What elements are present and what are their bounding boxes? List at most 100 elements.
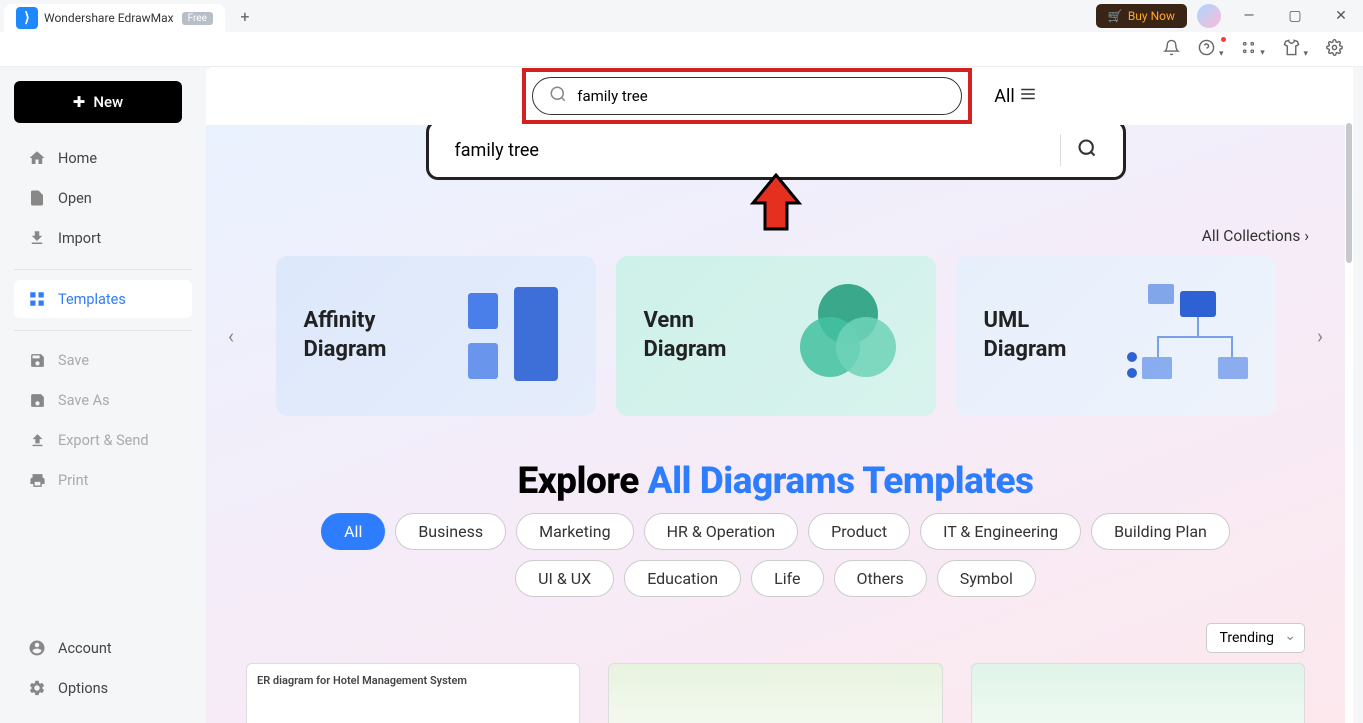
category-life[interactable]: Life	[751, 560, 823, 597]
sidebar-item-export[interactable]: Export & Send	[14, 421, 192, 459]
search-highlight-annotation	[522, 68, 972, 124]
category-row: All Business Marketing HR & Operation Pr…	[206, 513, 1345, 597]
avatar[interactable]	[1197, 4, 1221, 28]
template-thumb[interactable]	[971, 663, 1305, 723]
print-icon	[28, 471, 46, 489]
help-icon[interactable]: ▾	[1198, 39, 1223, 60]
sidebar-item-import[interactable]: Import	[14, 219, 192, 257]
search-input[interactable]	[577, 87, 945, 105]
sidebar-item-save-as[interactable]: Save As	[14, 381, 192, 419]
thumb-title: ER diagram for Hotel Management System	[257, 674, 569, 687]
sidebar-item-label: Options	[58, 680, 108, 697]
explore-heading: Explore All Diagrams Templates	[206, 460, 1345, 503]
sidebar-item-print[interactable]: Print	[14, 461, 192, 499]
category-others[interactable]: Others	[834, 560, 927, 597]
file-icon	[28, 189, 46, 207]
carousel-prev-button[interactable]: ‹	[206, 324, 256, 348]
uml-graphic-icon	[1118, 279, 1248, 393]
buy-label: Buy Now	[1128, 9, 1175, 23]
sidebar-item-label: Open	[58, 190, 92, 207]
sidebar-item-open[interactable]: Open	[14, 179, 192, 217]
sidebar-item-account[interactable]: Account	[14, 629, 192, 667]
category-all[interactable]: All	[321, 513, 385, 550]
category-marketing[interactable]: Marketing	[516, 513, 633, 550]
home-icon	[28, 149, 46, 167]
content-area: All Collections › ‹ AffinityDiagram Venn…	[206, 125, 1345, 723]
card-title-2: Diagram	[984, 337, 1067, 362]
card-title-1: UML	[984, 308, 1030, 333]
sidebar-item-templates[interactable]: Templates	[14, 280, 192, 318]
card-title-1: Venn	[644, 308, 694, 333]
scrollbar-thumb[interactable]	[1346, 123, 1352, 263]
affinity-graphic-icon	[458, 279, 568, 393]
sidebar-item-label: Home	[58, 150, 97, 167]
category-product[interactable]: Product	[808, 513, 910, 550]
explore-highlight: All Diagrams Templates	[648, 460, 1034, 503]
template-thumb-row: ER diagram for Hotel Management System	[246, 663, 1305, 723]
free-badge: Free	[182, 12, 213, 25]
trending-dropdown[interactable]: Trending	[1206, 623, 1305, 653]
account-icon	[28, 639, 46, 657]
hero-search-input[interactable]	[455, 140, 1044, 161]
cart-icon: 🛒	[1108, 9, 1123, 23]
shirt-icon[interactable]: ▾	[1283, 39, 1308, 60]
template-card-venn[interactable]: Venn Diagram	[616, 256, 936, 416]
gear-icon[interactable]	[1326, 39, 1343, 60]
app-tab[interactable]: ⟩ Wondershare EdrawMax Free	[4, 4, 225, 32]
carousel: ‹ AffinityDiagram Venn Diagram	[206, 250, 1345, 422]
export-icon	[28, 431, 46, 449]
app-logo-icon: ⟩	[16, 7, 38, 29]
maximize-button[interactable]: ▢	[1277, 8, 1313, 24]
new-tab-button[interactable]: +	[231, 7, 259, 26]
template-thumb[interactable]	[608, 663, 942, 723]
titlebar: ⟩ Wondershare EdrawMax Free + 🛒 Buy Now …	[0, 0, 1363, 32]
card-title-2: Diagram	[304, 337, 387, 362]
category-education[interactable]: Education	[624, 560, 741, 597]
category-building[interactable]: Building Plan	[1091, 513, 1230, 550]
template-thumb[interactable]: ER diagram for Hotel Management System	[246, 663, 580, 723]
templates-icon	[28, 290, 46, 308]
save-icon	[28, 351, 46, 369]
carousel-next-button[interactable]: ›	[1295, 324, 1345, 348]
sidebar-item-options[interactable]: Options	[14, 669, 192, 707]
new-label: New	[93, 93, 123, 111]
buy-now-button[interactable]: 🛒 Buy Now	[1096, 4, 1187, 28]
sidebar-item-label: Account	[58, 640, 112, 657]
sidebar-item-label: Save As	[58, 392, 110, 409]
search-filter-all[interactable]: All	[994, 85, 1037, 108]
close-button[interactable]: ✕	[1323, 8, 1359, 24]
grid-icon[interactable]: ▾	[1241, 40, 1264, 59]
main-content: All	[206, 67, 1353, 723]
all-collections-label: All Collections	[1202, 227, 1301, 245]
sidebar-item-label: Print	[58, 472, 88, 489]
template-card-uml[interactable]: UML Diagram	[956, 256, 1276, 416]
hero-search[interactable]	[426, 125, 1126, 180]
all-collections-link[interactable]: All Collections ›	[1202, 227, 1309, 245]
search-icon[interactable]	[1077, 138, 1097, 162]
category-hr[interactable]: HR & Operation	[644, 513, 799, 550]
arrow-annotation	[749, 173, 803, 237]
options-icon	[28, 679, 46, 697]
toolbar: ▾ ▾ ▾	[0, 32, 1363, 67]
category-it[interactable]: IT & Engineering	[920, 513, 1081, 550]
category-symbol[interactable]: Symbol	[937, 560, 1036, 597]
search-icon	[549, 85, 567, 107]
card-title-2: Diagram	[644, 337, 727, 362]
sidebar-item-label: Import	[58, 230, 101, 247]
search-pill[interactable]	[532, 77, 962, 115]
sidebar-item-save[interactable]: Save	[14, 341, 192, 379]
category-business[interactable]: Business	[395, 513, 506, 550]
bell-icon[interactable]	[1163, 39, 1180, 60]
sidebar: ✚ New Home Open Import Templates Save Sa…	[0, 67, 206, 723]
app-name: Wondershare EdrawMax	[44, 11, 174, 25]
menu-icon	[1019, 85, 1037, 108]
new-button[interactable]: ✚ New	[14, 81, 182, 123]
all-label: All	[994, 86, 1015, 107]
sidebar-item-label: Export & Send	[58, 432, 149, 449]
template-card-affinity[interactable]: AffinityDiagram	[276, 256, 596, 416]
category-uiux[interactable]: UI & UX	[515, 560, 614, 597]
sidebar-item-label: Save	[58, 352, 89, 369]
chevron-right-icon: ›	[1304, 227, 1309, 245]
minimize-button[interactable]: —	[1231, 8, 1267, 24]
sidebar-item-home[interactable]: Home	[14, 139, 192, 177]
